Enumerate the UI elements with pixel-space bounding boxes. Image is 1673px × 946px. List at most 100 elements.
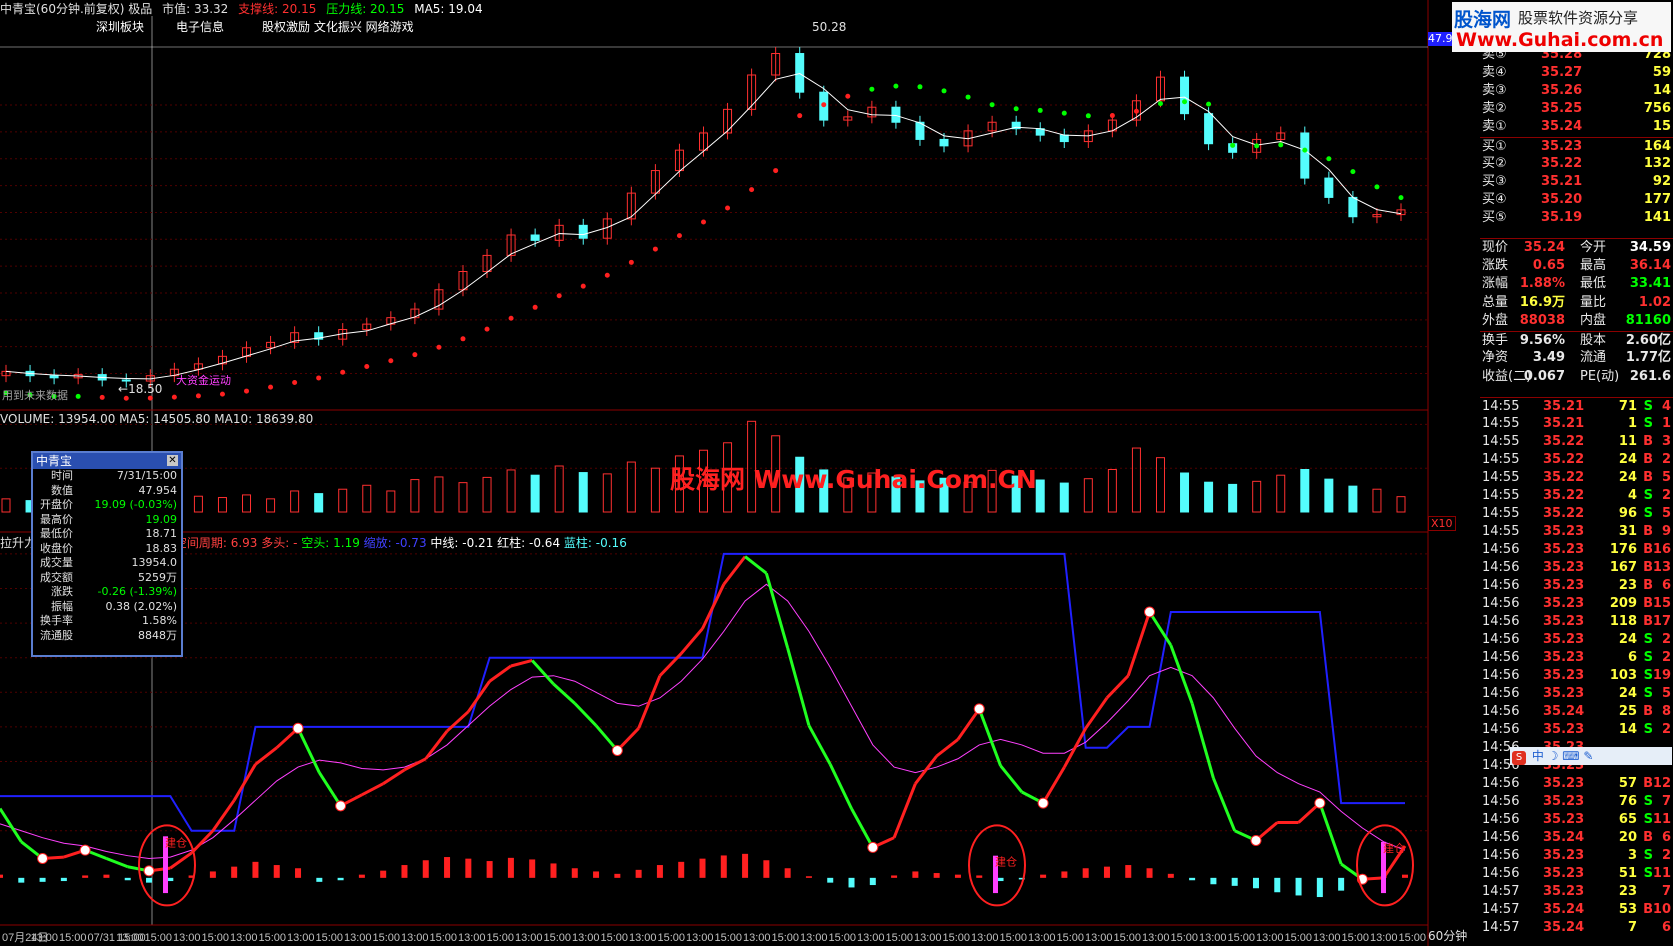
sector-tag[interactable]: 电子信息 xyxy=(176,18,224,35)
tick-volume: 57 xyxy=(1618,776,1637,791)
order-row[interactable]: 买④ 35.20 177 xyxy=(1480,191,1673,209)
candle-body xyxy=(1204,113,1214,145)
order-row[interactable]: 卖① 35.24 15 xyxy=(1480,118,1673,136)
trend-dot xyxy=(508,315,514,321)
candle-body xyxy=(795,53,805,93)
tick-time: 14:56 xyxy=(1482,632,1520,647)
peak-label: 50.28 xyxy=(812,20,847,34)
volume-bar xyxy=(482,476,492,513)
tick-time: 14:56 xyxy=(1482,704,1520,719)
data-popup[interactable]: 中青宝 ✕ 时间 7/31/15:00 数值 47.954 开盘价 19.09 (-0.0… xyxy=(31,451,183,657)
macd-bar xyxy=(167,877,174,882)
order-row[interactable]: 卖④ 35.27 59 xyxy=(1480,64,1673,82)
board-tag[interactable]: 深圳板块 xyxy=(96,18,144,35)
order-row[interactable]: 卖③ 35.26 14 xyxy=(1480,82,1673,100)
time-tick: 15:00 xyxy=(715,932,743,944)
signal-dot xyxy=(1250,834,1262,846)
tick-side: S xyxy=(1643,866,1653,881)
pressure-line: 压力线: 20.15 xyxy=(326,2,405,16)
keyboard-icon[interactable]: ⌨ xyxy=(1562,749,1579,763)
popup-key: 最高价 xyxy=(40,512,73,526)
popup-value: 19.09 xyxy=(145,512,178,526)
concept-tag[interactable]: 股权激励 文化振兴 网络游戏 xyxy=(262,18,414,35)
trend-dot xyxy=(340,369,346,375)
trend-dot xyxy=(436,344,442,350)
signal-dot xyxy=(973,703,985,715)
tick-row: 14:55 35.22 4 S 2 xyxy=(1480,487,1673,505)
time-tick: 15:00 xyxy=(1285,932,1313,944)
stat-label: 总量 xyxy=(1482,294,1509,310)
popup-key: 时间 xyxy=(51,469,73,482)
candle-body xyxy=(891,106,901,123)
order-row[interactable]: 买⑤ 35.19 141 xyxy=(1480,209,1673,227)
signal-dot xyxy=(1144,606,1156,618)
moon-icon[interactable]: ☽ xyxy=(1548,749,1559,763)
period-label[interactable]: 60分钟 xyxy=(1428,927,1467,944)
order-row[interactable]: 买② 35.22 132 xyxy=(1480,155,1673,173)
tick-time: 14:56 xyxy=(1482,794,1520,809)
stat-label: 流通 xyxy=(1580,350,1607,365)
order-price: 35.26 xyxy=(1541,83,1583,99)
volume-bar xyxy=(314,493,324,513)
trend-dot xyxy=(195,393,201,399)
trend-dot xyxy=(604,272,610,278)
tick-count: 2 xyxy=(1661,848,1671,863)
tick-time: 14:57 xyxy=(1482,920,1520,935)
sogou-icon[interactable]: S xyxy=(1512,751,1526,765)
indicator-lan: 蓝柱: -0.16 xyxy=(563,536,627,550)
fast-line xyxy=(488,664,512,683)
tick-side: S xyxy=(1643,812,1653,827)
order-qty: 756 xyxy=(1643,101,1671,117)
tick-time: 14:56 xyxy=(1482,596,1520,611)
tick-count: 12 xyxy=(1652,776,1671,791)
popup-row: 成交额 5259万 xyxy=(33,571,181,586)
time-tick: 15:00 xyxy=(658,932,686,944)
tick-price: 35.22 xyxy=(1543,452,1585,467)
tick-row: 14:56 35.23 24 S 2 xyxy=(1480,631,1673,649)
order-row[interactable]: 卖② 35.25 756 xyxy=(1480,100,1673,118)
wrench-icon[interactable]: ✎ xyxy=(1583,749,1593,763)
order-label: 买⑤ xyxy=(1482,209,1507,225)
indicator-params: 空间周期: 6.93 多头: - xyxy=(174,536,298,550)
fast-line xyxy=(531,659,555,686)
tick-count: 2 xyxy=(1661,488,1671,503)
fast-line xyxy=(403,757,427,772)
time-tick: 13:00 xyxy=(344,932,372,944)
stat-row: 收益(二) 0.067 PE(动) 261.6 xyxy=(1480,368,1673,386)
time-tick: 15:00 xyxy=(943,932,971,944)
order-row[interactable]: 买③ 35.21 92 xyxy=(1480,173,1673,191)
popup-title: 中青宝 xyxy=(33,453,181,469)
macd-bar xyxy=(316,877,323,882)
candle-body xyxy=(1059,134,1069,143)
time-tick: 15:00 xyxy=(829,932,857,944)
fast-line xyxy=(211,799,236,832)
tick-price: 35.23 xyxy=(1543,578,1585,593)
tick-count: 11 xyxy=(1652,866,1671,881)
stat-value: 16.9万 xyxy=(1519,294,1565,310)
ime-lang[interactable]: 中 xyxy=(1532,749,1544,763)
time-tick: 13:00 xyxy=(515,932,543,944)
tick-time: 14:55 xyxy=(1482,452,1520,467)
time-tick: 13:00 xyxy=(1142,932,1170,944)
tick-count: 5 xyxy=(1661,686,1671,701)
volume-bar xyxy=(1155,457,1165,513)
trend-dot xyxy=(773,168,779,174)
stat-label: 最高 xyxy=(1580,257,1607,273)
tick-price: 35.22 xyxy=(1543,470,1585,485)
close-icon[interactable]: ✕ xyxy=(167,455,178,466)
stat-value: 1.02 xyxy=(1638,294,1671,310)
tick-volume: 24 xyxy=(1618,632,1637,647)
macd-bar xyxy=(1274,877,1281,893)
stock-title: 中青宝(60分钟.前复权) 极品 xyxy=(0,2,153,16)
time-tick: 13:00 xyxy=(230,932,258,944)
popup-key: 开盘价 xyxy=(40,498,73,511)
tick-row: 14:55 35.22 96 S 5 xyxy=(1480,505,1673,523)
trend-dot xyxy=(556,293,562,299)
popup-row: 振幅 0.38 (2.02%) xyxy=(33,600,181,615)
popup-row: 时间 7/31/15:00 xyxy=(33,469,181,484)
order-row[interactable]: 买① 35.23 164 xyxy=(1480,136,1673,156)
ime-toolbar[interactable]: S 中 ☽ ⌨ ✎ xyxy=(1510,747,1672,765)
stat-row: 总量 16.9万 量比 1.02 xyxy=(1480,294,1673,312)
popup-row: 换手率 1.58% xyxy=(33,614,181,629)
macd-bar xyxy=(1167,873,1174,878)
